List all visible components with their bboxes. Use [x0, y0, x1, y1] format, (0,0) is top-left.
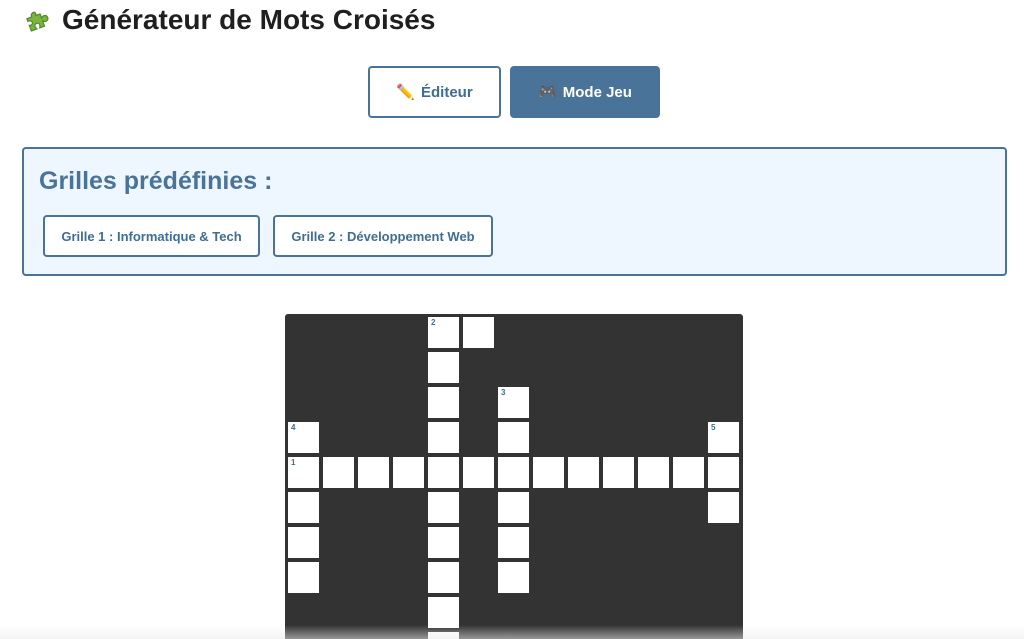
grid-cell[interactable] — [568, 457, 599, 488]
app-page: Générateur de Mots Croisés ✏️ Éditeur 🎮 … — [0, 0, 1024, 639]
grid-cell[interactable] — [428, 492, 459, 523]
preset-grid-1-button[interactable]: Grille 1 : Informatique & Tech — [43, 215, 260, 257]
grid-cell[interactable] — [428, 387, 459, 418]
grid-cell[interactable]: 1 — [288, 457, 319, 488]
grid-cell[interactable] — [498, 492, 529, 523]
play-mode-label: Mode Jeu — [562, 83, 632, 101]
grid-cell[interactable] — [428, 527, 459, 558]
grid-cell[interactable] — [498, 527, 529, 558]
grid-cell[interactable] — [323, 457, 354, 488]
editor-mode-button[interactable]: ✏️ Éditeur — [368, 66, 501, 118]
grid-cell[interactable] — [638, 457, 669, 488]
puzzle-piece-icon — [22, 4, 54, 36]
grid-cell[interactable] — [498, 562, 529, 593]
grid-cell[interactable]: 5 — [708, 422, 739, 453]
grid-cell[interactable] — [708, 492, 739, 523]
grid-cell[interactable]: 2 — [428, 317, 459, 348]
clue-number: 4 — [291, 423, 296, 432]
grid-cell[interactable] — [428, 422, 459, 453]
play-mode-button[interactable]: 🎮 Mode Jeu — [510, 66, 660, 118]
grid-cell[interactable] — [428, 632, 459, 639]
clue-number: 3 — [501, 388, 506, 397]
preset-grid-2-button[interactable]: Grille 2 : Développement Web — [273, 215, 493, 257]
grid-cell[interactable] — [498, 422, 529, 453]
gamepad-icon: 🎮 — [538, 83, 557, 101]
clue-number: 2 — [431, 318, 436, 327]
grid-cell[interactable]: 4 — [288, 422, 319, 453]
editor-mode-label: Éditeur — [421, 83, 473, 101]
grid-cell[interactable] — [673, 457, 704, 488]
grid-cell[interactable] — [428, 597, 459, 628]
grid-cell[interactable] — [463, 457, 494, 488]
page-title: Générateur de Mots Croisés — [22, 0, 435, 40]
grid-cell[interactable] — [393, 457, 424, 488]
grid-cell[interactable] — [288, 562, 319, 593]
clue-number: 1 — [291, 458, 296, 467]
grid-cell[interactable] — [428, 562, 459, 593]
preset-grids-heading: Grilles prédéfinies : — [39, 167, 273, 195]
grid-cell[interactable]: 3 — [498, 387, 529, 418]
grid-cell[interactable] — [428, 457, 459, 488]
grid-cell[interactable] — [428, 352, 459, 383]
pencil-icon: ✏️ — [396, 83, 415, 101]
grid-cell[interactable] — [603, 457, 634, 488]
preset-grids-panel: Grilles prédéfinies : Grille 1 : Informa… — [22, 147, 1007, 276]
grid-cell[interactable] — [708, 457, 739, 488]
page-title-text: Générateur de Mots Croisés — [62, 4, 436, 35]
crossword-grid: 2 3 4 5 1 — [285, 314, 743, 639]
grid-cell[interactable] — [463, 317, 494, 348]
grid-cell[interactable] — [288, 492, 319, 523]
grid-cell[interactable] — [533, 457, 564, 488]
grid-cell[interactable] — [358, 457, 389, 488]
grid-cell[interactable] — [288, 527, 319, 558]
grid-cell[interactable] — [498, 457, 529, 488]
clue-number: 5 — [711, 423, 716, 432]
